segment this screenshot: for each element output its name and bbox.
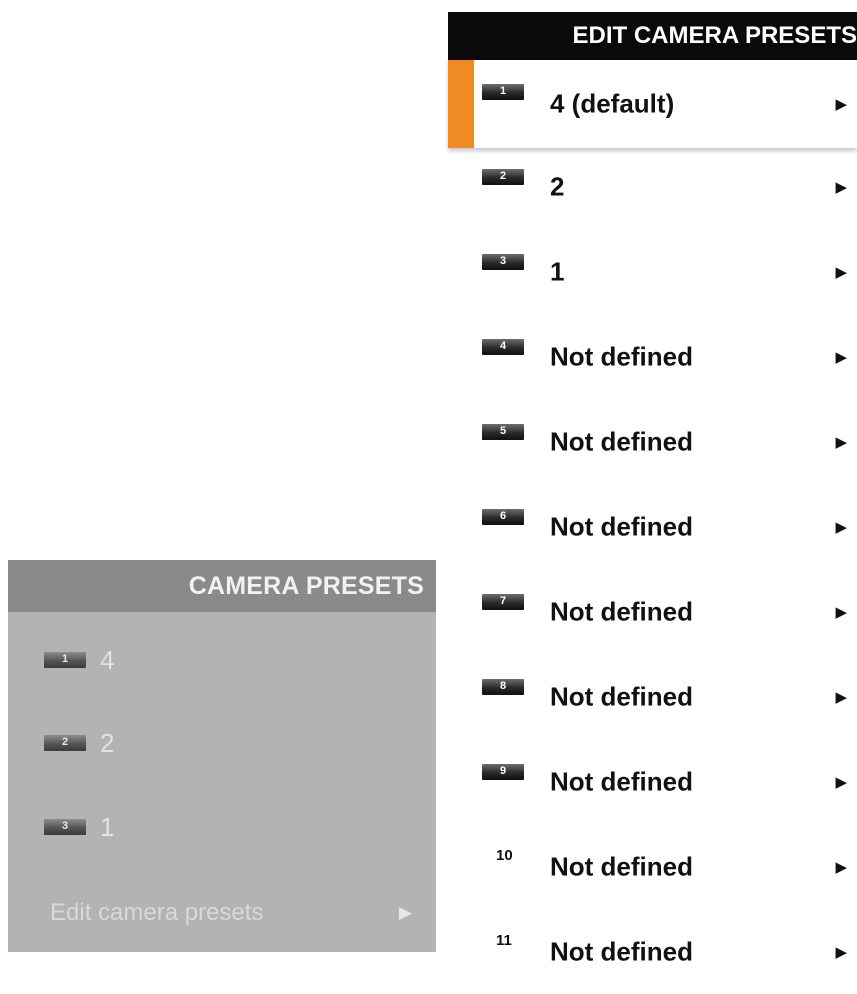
preset-item-2[interactable]: 2 2 xyxy=(8,713,436,773)
edit-camera-presets-button[interactable]: Edit camera presets ▶ xyxy=(8,885,436,941)
arrow-right-icon: ▶ xyxy=(835,349,847,366)
preset-number: 11 xyxy=(496,932,512,949)
edit-preset-row-4[interactable]: 4 Not defined ▶ xyxy=(448,315,857,399)
edit-preset-row-1[interactable]: 1 4 (default) ▶ xyxy=(448,60,857,148)
edit-preset-row-3[interactable]: 3 1 ▶ xyxy=(448,230,857,314)
preset-number-icon: 3 xyxy=(44,819,86,835)
arrow-right-icon: ▶ xyxy=(835,604,847,621)
preset-label: 2 xyxy=(100,727,115,758)
preset-name-label: Not defined xyxy=(550,681,693,712)
arrow-right-icon: ▶ xyxy=(835,179,847,196)
preset-number-icon: 2 xyxy=(482,169,524,185)
edit-camera-presets-header: EDIT CAMERA PRESETS xyxy=(448,12,857,60)
edit-camera-presets-panel: EDIT CAMERA PRESETS 14 (default) ▶ 2 2 ▶ 3 1 ▶ 4… xyxy=(448,12,857,967)
preset-label: 1 xyxy=(100,811,115,842)
camera-presets-panel: CAMERA PRESETS 1 4 2 2 3 1 Edit camera p… xyxy=(8,560,436,952)
edit-preset-row-11[interactable]: 11 Not defined ▶ xyxy=(448,910,857,994)
preset-name-label: Not defined xyxy=(550,936,693,967)
edit-camera-presets-label: Edit camera presets xyxy=(50,899,264,926)
edit-preset-row-9[interactable]: 9 Not defined ▶ xyxy=(448,740,857,824)
preset-name-label: Not defined xyxy=(550,341,693,372)
preset-number-icon: 4 xyxy=(482,339,524,355)
arrow-right-icon: ▶ xyxy=(835,434,847,451)
edit-preset-row-10[interactable]: 10 Not defined ▶ xyxy=(448,825,857,909)
preset-number-icon: 3 xyxy=(482,254,524,270)
arrow-right-icon: ▶ xyxy=(835,944,847,961)
arrow-right-icon: ▶ xyxy=(835,689,847,706)
preset-number-icon: 7 xyxy=(482,594,524,610)
arrow-right-icon: ▶ xyxy=(835,859,847,876)
preset-number-icon: 1 xyxy=(482,84,524,100)
preset-number-icon: 2 xyxy=(44,735,86,751)
camera-presets-header: CAMERA PRESETS xyxy=(8,560,436,612)
arrow-right-icon: ▶ xyxy=(835,774,847,791)
selection-accent xyxy=(448,60,474,148)
preset-number-icon: 1 xyxy=(44,652,86,668)
preset-item-3[interactable]: 3 1 xyxy=(8,797,436,857)
edit-camera-presets-title: EDIT CAMERA PRESETS xyxy=(572,22,857,49)
edit-preset-row-5[interactable]: 5 Not defined ▶ xyxy=(448,400,857,484)
preset-name-label: Not defined xyxy=(550,851,693,882)
preset-name-label: Not defined xyxy=(550,766,693,797)
preset-number-icon: 9 xyxy=(482,764,524,780)
preset-number-icon: 8 xyxy=(482,679,524,695)
preset-name-label: Not defined xyxy=(550,511,693,542)
arrow-right-icon: ▶ xyxy=(835,264,847,281)
preset-number: 10 xyxy=(496,847,513,864)
preset-name-label: 1 xyxy=(550,256,565,287)
preset-label: 4 xyxy=(100,644,115,675)
preset-name-label: 2 xyxy=(550,171,565,202)
edit-preset-row-6[interactable]: 6 Not defined ▶ xyxy=(448,485,857,569)
camera-presets-title: CAMERA PRESETS xyxy=(188,571,424,600)
edit-preset-row-7[interactable]: 7 Not defined ▶ xyxy=(448,570,857,654)
arrow-right-icon: ▶ xyxy=(835,519,847,536)
preset-name-label: Not defined xyxy=(550,426,693,457)
preset-name-label: Not defined xyxy=(550,596,693,627)
arrow-right-icon: ▶ xyxy=(835,96,847,113)
arrow-right-icon: ▶ xyxy=(398,903,412,922)
edit-preset-row-2[interactable]: 2 2 ▶ xyxy=(448,145,857,229)
preset-number-icon: 6 xyxy=(482,509,524,525)
preset-item-1[interactable]: 1 4 xyxy=(8,630,436,690)
edit-preset-row-8[interactable]: 8 Not defined ▶ xyxy=(448,655,857,739)
preset-number-icon: 5 xyxy=(482,424,524,440)
preset-name-label: 4 (default) xyxy=(550,88,675,119)
